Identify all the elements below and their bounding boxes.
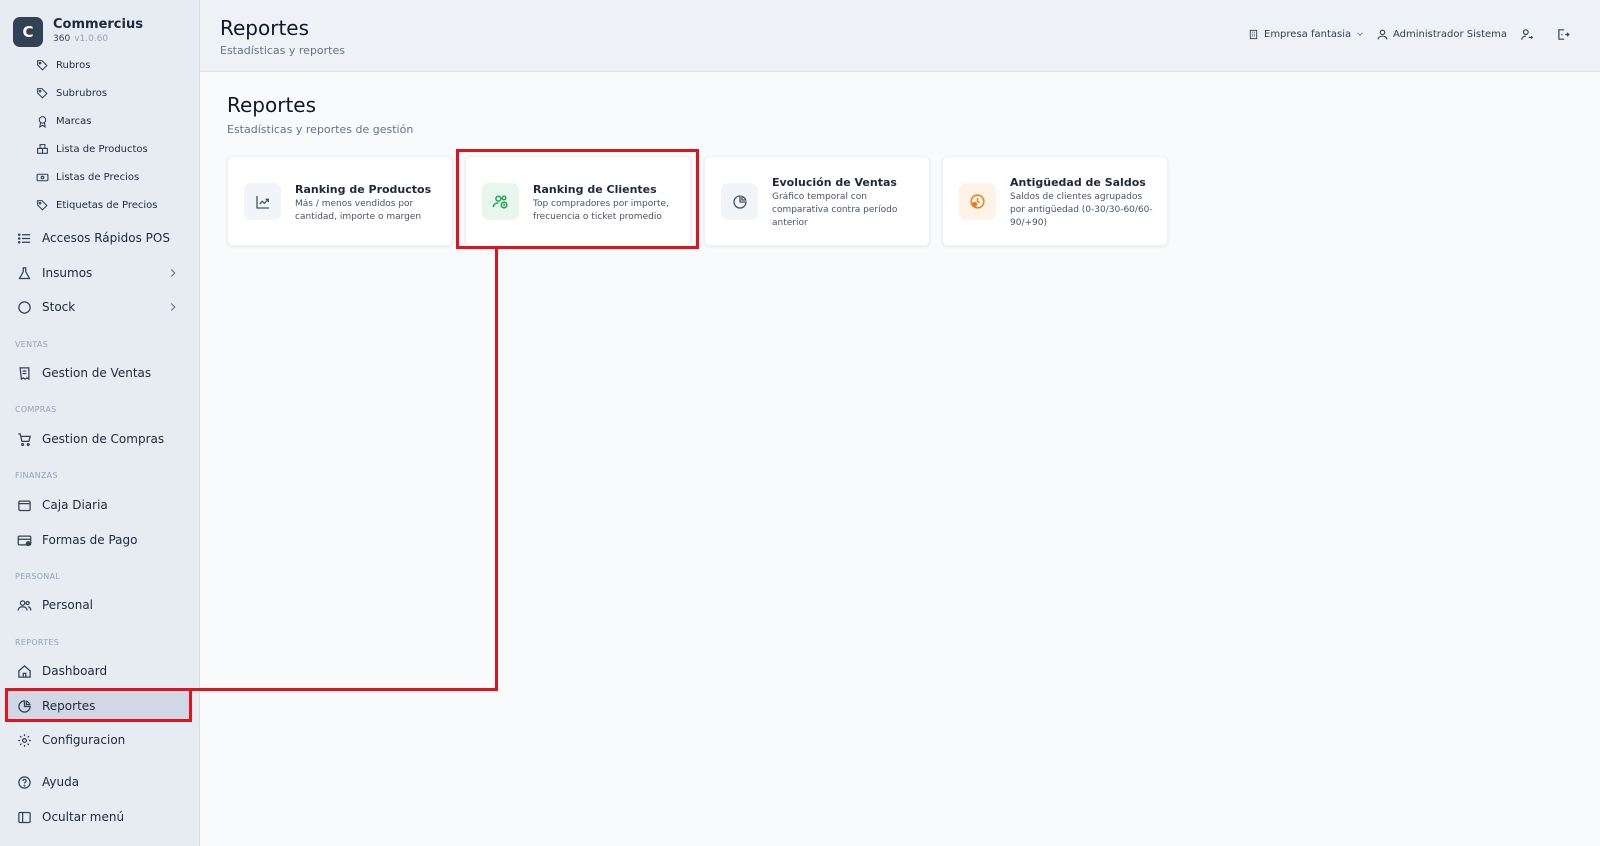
section-label-ventas: VENTAS <box>15 340 49 349</box>
chart-pie-icon <box>721 183 758 220</box>
chevron-right-icon <box>170 269 176 277</box>
users-icon <box>16 597 32 613</box>
card-description: Gráfico temporal con comparativa contra … <box>772 192 898 228</box>
receipt-icon <box>16 365 32 381</box>
section-label-personal: PERSONAL <box>15 572 61 581</box>
user-icon <box>1375 27 1389 41</box>
brand[interactable]: C Commercius 360 v1.0.60 <box>13 17 143 47</box>
sidebar-item-label: Etiquetas de Precios <box>56 199 158 211</box>
page-title: Reportes <box>220 16 310 40</box>
sidebar-item-label: Accesos Rápidos POS <box>42 231 170 245</box>
section-subtitle: Estadísticas y reportes de gestión <box>227 123 414 136</box>
report-card-evolucion-ventas[interactable]: Evolución de Ventas Gráfico temporal con… <box>704 156 930 246</box>
sidebar-item-label: Ayuda <box>42 775 80 789</box>
boxes-icon <box>35 142 49 156</box>
sidebar-item-configuracion[interactable]: Configuracion <box>16 726 188 754</box>
top-header: Reportes Estadísticas y reportes Empresa… <box>200 0 1600 72</box>
company-name: Empresa fantasia <box>1264 28 1352 40</box>
sidebar-item-label: Lista de Productos <box>56 143 148 155</box>
sidebar-item-caja-diaria[interactable]: Caja Diaria <box>16 491 188 519</box>
sidebar-item-ayuda[interactable]: Ayuda <box>16 768 188 796</box>
wallet-icon <box>16 497 32 513</box>
sidebar-item-formas-pago[interactable]: Formas de Pago <box>16 526 188 554</box>
sidebar-item-label: Listas de Precios <box>56 171 140 183</box>
sidebar-item-label: Marcas <box>56 115 92 127</box>
section-title: Reportes <box>227 93 317 117</box>
sidebar-item-label: Stock <box>42 300 76 314</box>
gear-icon <box>16 732 32 748</box>
section-label-finanzas: FINANZAS <box>15 471 58 480</box>
section-label-reportes: REPORTES <box>15 638 60 647</box>
sidebar-item-label: Subrubros <box>56 87 108 99</box>
flask-icon <box>16 265 32 281</box>
chevron-down-icon <box>1357 32 1363 36</box>
user-menu[interactable]: Administrador Sistema <box>1375 27 1507 41</box>
sidebar-item-personal[interactable]: Personal <box>16 591 188 619</box>
brand-version: v1.0.60 <box>74 34 109 44</box>
report-card-ranking-productos[interactable]: Ranking de Productos Más / menos vendido… <box>227 156 453 246</box>
card-description: Saldos de clientes agrupados por antigüe… <box>1010 192 1153 228</box>
sidebar-item-listas-precios[interactable]: Listas de Precios <box>35 167 139 187</box>
cart-icon <box>16 431 32 447</box>
list-icon <box>16 230 32 246</box>
tag-icon <box>35 198 49 212</box>
connector-line-horizontal <box>192 688 498 691</box>
sidebar-item-label: Dashboard <box>42 664 108 678</box>
connector-line-vertical <box>495 249 498 691</box>
sidebar-item-gestion-compras[interactable]: Gestion de Compras <box>16 425 188 453</box>
panel-left-icon <box>16 809 32 825</box>
sidebar-item-lista-productos[interactable]: Lista de Productos <box>35 139 148 159</box>
sidebar-item-label: Personal <box>42 598 94 612</box>
credit-card-icon <box>16 532 32 548</box>
sidebar-item-label: Insumos <box>42 266 93 280</box>
tag-icon <box>35 58 49 72</box>
switch-user-button[interactable] <box>1520 27 1538 41</box>
trending-up-icon <box>244 183 281 220</box>
user-switch-icon <box>1520 27 1534 41</box>
clock-alert-icon <box>959 183 996 220</box>
sidebar-item-label: Rubros <box>56 59 91 71</box>
sidebar-item-etiquetas-precios[interactable]: Etiquetas de Precios <box>35 195 157 215</box>
home-icon <box>16 663 32 679</box>
highlight-reportes-nav <box>5 688 192 722</box>
card-title: Evolución de Ventas <box>772 176 897 189</box>
sidebar-item-label: Formas de Pago <box>42 533 138 547</box>
sidebar-item-dashboard[interactable]: Dashboard <box>16 657 188 685</box>
sidebar-item-ocultar-menu[interactable]: Ocultar menú <box>16 803 188 831</box>
award-icon <box>35 114 49 128</box>
card-description: Más / menos vendidos por cantidad, impor… <box>295 199 422 222</box>
sidebar-item-label: Ocultar menú <box>42 810 125 824</box>
sidebar-item-label: Gestion de Ventas <box>42 366 152 380</box>
sidebar-item-stock[interactable]: Stock <box>16 293 188 321</box>
banknote-icon <box>35 170 49 184</box>
sidebar-item-subrubros[interactable]: Subrubros <box>35 83 107 103</box>
sidebar-item-label: Configuracion <box>42 733 126 747</box>
sidebar-item-accesos-rapidos[interactable]: Accesos Rápidos POS <box>16 224 188 252</box>
sidebar-item-marcas[interactable]: Marcas <box>35 111 91 131</box>
brand-name: Commercius <box>53 17 143 32</box>
card-title: Ranking de Productos <box>295 183 432 196</box>
sidebar-item-insumos[interactable]: Insumos <box>16 259 188 287</box>
logout-icon <box>1556 27 1570 41</box>
report-card-antiguedad-saldos[interactable]: Antigüedad de Saldos Saldos de clientes … <box>942 156 1168 246</box>
brand-sub: 360 <box>53 34 71 44</box>
card-title: Antigüedad de Saldos <box>1010 176 1146 189</box>
building-icon <box>1246 27 1260 41</box>
tag-icon <box>35 86 49 100</box>
logout-button[interactable] <box>1556 27 1574 41</box>
section-label-compras: COMPRAS <box>15 405 57 414</box>
sidebar-item-label: Caja Diaria <box>42 498 108 512</box>
chevron-right-icon <box>170 303 176 311</box>
sidebar-item-label: Gestion de Compras <box>42 432 165 446</box>
user-name: Administrador Sistema <box>1393 28 1508 40</box>
highlight-ranking-clientes <box>456 149 699 249</box>
help-icon <box>16 774 32 790</box>
sidebar-item-gestion-ventas[interactable]: Gestion de Ventas <box>16 359 188 387</box>
brand-logo: C <box>13 17 43 47</box>
page-subtitle: Estadísticas y reportes <box>220 44 345 57</box>
sidebar-item-rubros[interactable]: Rubros <box>35 55 90 75</box>
circle-icon <box>16 299 32 315</box>
company-selector[interactable]: Empresa fantasia <box>1246 27 1365 41</box>
